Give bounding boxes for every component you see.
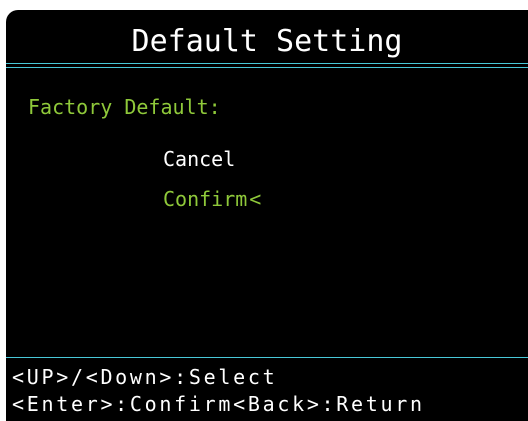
help-line-confirm-return: <Enter>:Confirm<Back>:Return: [12, 392, 425, 416]
settings-screen: Default Setting Factory Default: Cancel …: [6, 10, 528, 421]
help-divider: [6, 357, 528, 358]
title-divider-lower: [6, 67, 528, 68]
cancel-option-label: Cancel: [163, 147, 236, 171]
cancel-option[interactable]: Cancel: [163, 146, 235, 172]
confirm-option-label: Confirm: [163, 187, 248, 211]
confirm-option[interactable]: Confirm <: [163, 186, 261, 212]
page-title: Default Setting: [131, 24, 403, 59]
selection-cursor-icon: <: [249, 187, 262, 211]
help-line-select: <UP>/<Down>:Select: [12, 365, 278, 389]
title-divider-upper: [6, 63, 528, 64]
factory-default-label: Factory Default:: [28, 95, 221, 119]
